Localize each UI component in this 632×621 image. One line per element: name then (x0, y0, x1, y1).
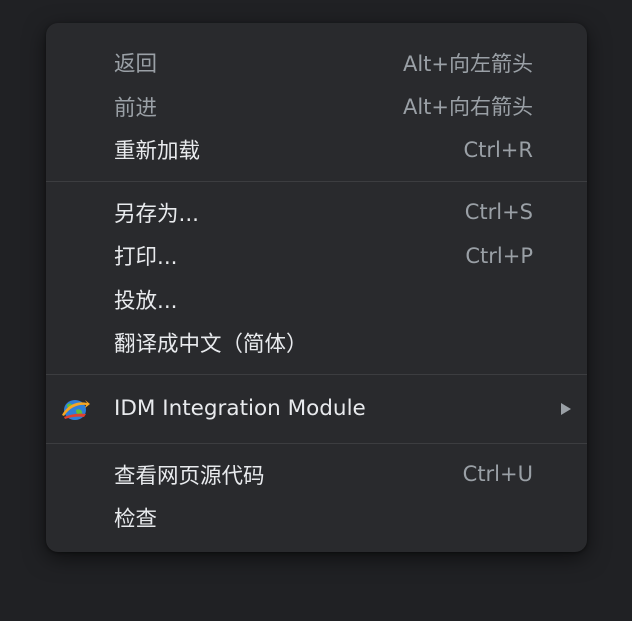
menu-item-reload-shortcut: Ctrl+R (463, 137, 533, 162)
menu-separator (46, 180, 587, 182)
menu-item-inspect-label: 检查 (114, 507, 158, 533)
menu-item-back[interactable]: 返回 Alt+向左箭头 (46, 41, 587, 85)
menu-item-forward-label: 前进 (114, 95, 158, 121)
context-menu: 返回 Alt+向左箭头 前进 Alt+向右箭头 重新加载 Ctrl+R 另存为.… (46, 23, 587, 552)
menu-item-reload[interactable]: 重新加载 Ctrl+R (46, 128, 587, 172)
menu-item-print-shortcut: Ctrl+P (465, 243, 533, 268)
idm-globe-icon (62, 399, 90, 420)
menu-item-reload-label: 重新加载 (114, 139, 201, 165)
menu-item-view-source-label: 查看网页源代码 (114, 463, 265, 489)
menu-item-save-as-shortcut: Ctrl+S (464, 200, 533, 225)
menu-item-view-source[interactable]: 查看网页源代码 Ctrl+U (46, 453, 587, 497)
menu-item-forward[interactable]: 前进 Alt+向右箭头 (46, 85, 587, 129)
menu-item-cast[interactable]: 投放... (46, 278, 587, 322)
menu-item-save-as[interactable]: 另存为... Ctrl+S (46, 191, 587, 235)
menu-item-back-shortcut: Alt+向左箭头 (402, 51, 533, 76)
menu-item-cast-label: 投放... (114, 288, 178, 314)
menu-item-translate[interactable]: 翻译成中文（简体） (46, 321, 587, 365)
menu-item-idm-integration[interactable]: IDM Integration Module (46, 384, 587, 434)
submenu-arrow-icon (561, 402, 571, 415)
menu-separator (46, 442, 587, 444)
menu-item-print-label: 打印... (114, 245, 178, 271)
menu-item-inspect[interactable]: 检查 (46, 496, 587, 540)
menu-item-print[interactable]: 打印... Ctrl+P (46, 234, 587, 278)
menu-item-back-label: 返回 (114, 52, 158, 78)
menu-item-translate-label: 翻译成中文（简体） (114, 332, 308, 358)
menu-item-idm-label: IDM Integration Module (114, 396, 366, 421)
menu-item-view-source-shortcut: Ctrl+U (462, 462, 533, 487)
menu-item-save-as-label: 另存为... (114, 201, 200, 227)
menu-item-forward-shortcut: Alt+向右箭头 (402, 95, 533, 120)
menu-separator (46, 373, 587, 375)
